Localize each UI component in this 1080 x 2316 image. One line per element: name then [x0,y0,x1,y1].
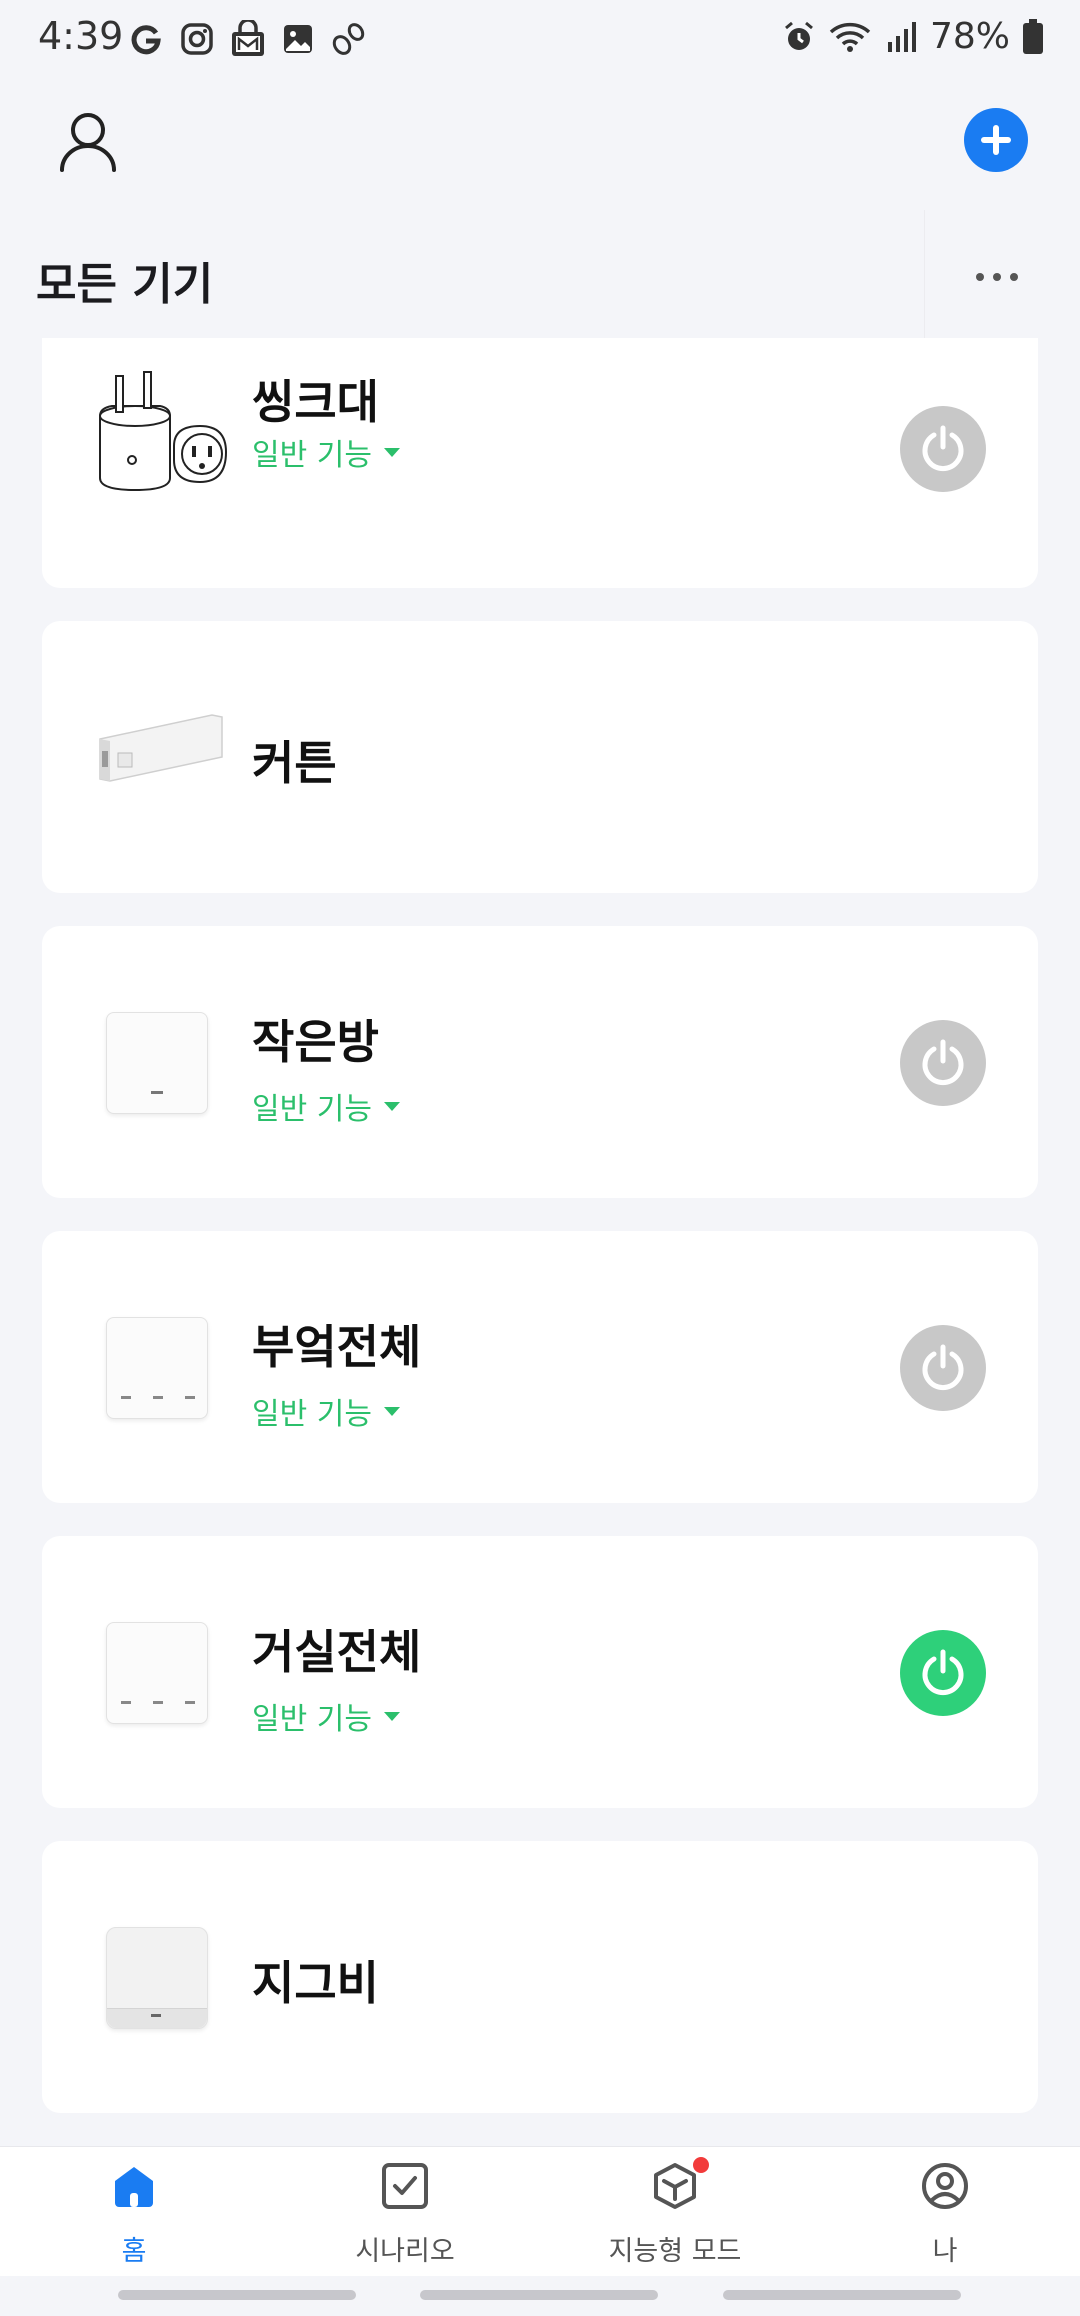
device-name: 지그비 [252,1956,379,2010]
power-icon [922,1344,964,1391]
status-bar: 4:39 78% [0,0,1080,80]
function-dropdown[interactable]: 일반 기능 [252,1694,400,1738]
gesture-handle[interactable] [118,2290,356,2300]
power-button[interactable] [900,406,986,492]
function-label: 일반 기능 [252,1092,372,1127]
device-name: 부엌전체 [252,1320,422,1374]
status-right-icons: 78% [782,16,1044,57]
function-dropdown[interactable]: 일반 기능 [252,1389,400,1433]
status-left-icons [128,20,368,58]
checkbox-icon [380,2161,430,2211]
gesture-handle[interactable] [723,2290,961,2300]
chevron-down-icon [383,1406,400,1416]
function-dropdown[interactable]: 일반 기능 [252,1084,400,1128]
function-label: 일반 기능 [252,438,372,473]
device-card[interactable]: 커튼 [42,621,1038,893]
function-label: 일반 기능 [252,1702,372,1737]
gmail-lock-icon [232,20,264,56]
power-icon [922,1039,964,1086]
device-card[interactable]: 거실전체 일반 기능 [42,1536,1038,1808]
alarm-icon [785,21,813,50]
dot [992,273,1001,281]
nav-smart-mode[interactable]: 지능형 모드 [575,2155,775,2279]
nav-scenario[interactable]: 시나리오 [305,2161,505,2279]
three-gang-switch-icon [106,1317,208,1419]
power-button[interactable] [900,1325,986,1411]
device-name: 작은방 [252,1015,379,1069]
gesture-bar [0,2276,1080,2316]
section-title: 모든 기기 [36,259,214,310]
dot [1009,273,1018,281]
power-icon [922,425,964,472]
nav-label: 나 [932,2236,958,2267]
nav-me[interactable]: 나 [845,2161,1045,2279]
device-card[interactable]: 작은방 일반 기능 [42,926,1038,1198]
nav-label: 홈 [121,2236,147,2267]
device-list: 씽크대 일반 기능 커튼 작은방 일반 기능 부엌전체 일반 기능 거실전체 일… [0,338,1080,2146]
chevron-down-icon [383,1711,400,1721]
chevron-down-icon [383,447,400,457]
status-time: 4:39 [38,14,124,58]
add-device-button[interactable] [964,108,1028,172]
one-gang-switch-icon [106,1012,208,1114]
notification-badge [691,2155,711,2175]
power-button[interactable] [900,1630,986,1716]
signal-icon [887,21,916,52]
chevron-down-icon [383,1101,400,1111]
device-card[interactable]: 부엌전체 일반 기능 [42,1231,1038,1503]
wifi-icon [829,22,871,52]
nav-home[interactable]: 홈 [34,2161,234,2279]
device-card[interactable]: 지그비 [42,1841,1038,2113]
nav-label: 시나리오 [355,2236,455,2267]
user-circle-icon [920,2161,970,2211]
device-card[interactable]: 씽크대 일반 기능 [42,338,1038,588]
curtain-motor-icon [92,711,232,791]
instagram-icon [181,23,213,55]
profile-button[interactable] [46,100,130,184]
three-gang-switch-icon [106,1622,208,1724]
gesture-handle[interactable] [420,2290,658,2300]
app-screen: 4:39 78% 모든 기기 씽크대 일반 기능 커튼 작은방 일반 기능 부엌… [0,0,1080,2316]
dot [975,273,984,281]
function-label: 일반 기능 [252,1397,372,1432]
zigbee-hub-icon [106,1927,208,2029]
function-dropdown[interactable]: 일반 기능 [252,430,400,474]
device-name: 씽크대 [252,375,379,429]
bottom-navigation: 홈 시나리오 지능형 모드 나 [0,2146,1080,2276]
battery-percent: 78% [929,16,1010,57]
nav-label: 지능형 모드 [608,2236,742,2267]
device-name: 거실전체 [252,1625,422,1679]
gallery-icon [284,25,312,53]
footprint-icon [332,23,365,55]
power-icon [922,1649,964,1696]
device-name: 커튼 [252,736,337,790]
power-button[interactable] [900,1020,986,1106]
more-options-button[interactable] [924,210,1068,344]
home-icon [109,2161,159,2211]
user-icon [60,113,116,172]
battery-icon [1023,18,1043,54]
smart-plug-icon [82,368,232,518]
google-icon [131,25,161,55]
